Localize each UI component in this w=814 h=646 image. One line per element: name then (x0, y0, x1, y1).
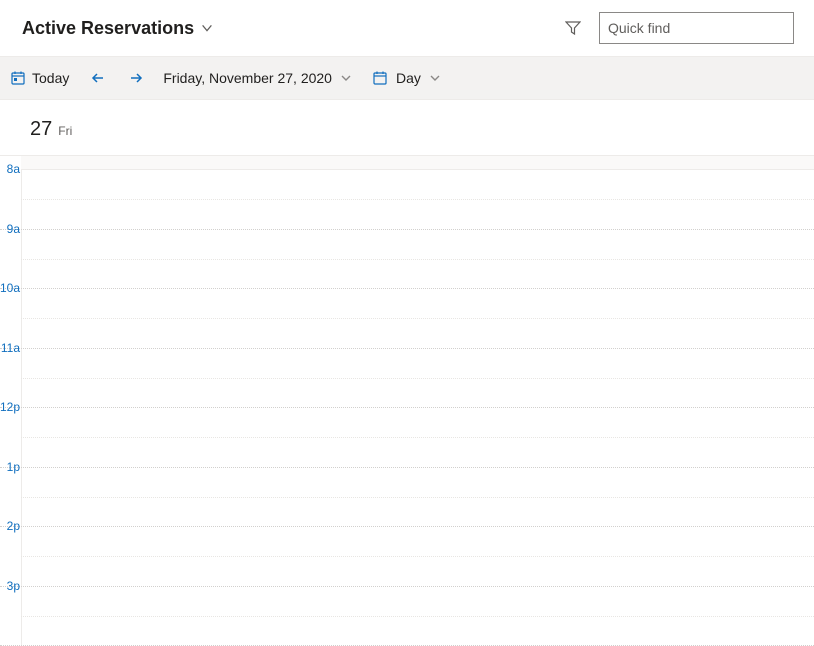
view-mode-button[interactable]: Day (366, 57, 451, 99)
view-mode-label: Day (396, 70, 421, 86)
chevron-down-icon (200, 21, 214, 35)
hour-row[interactable]: 12p (0, 408, 814, 468)
hour-label: 9a (0, 222, 20, 236)
arrow-left-icon (90, 70, 106, 86)
hour-label: 2p (0, 519, 20, 533)
hour-label: 11a (0, 341, 20, 355)
hour-row[interactable]: 11a (0, 349, 814, 409)
chevron-down-icon (340, 72, 352, 84)
hour-row[interactable]: 8a (0, 170, 814, 230)
today-label: Today (32, 70, 69, 86)
prev-button[interactable] (81, 57, 115, 99)
hour-row[interactable]: 3p (0, 587, 814, 646)
date-picker-button[interactable]: Friday, November 27, 2020 (157, 57, 362, 99)
calendar-toolbar: Today Friday, November 27, 2020 Day (0, 56, 814, 100)
day-number: 27 (30, 118, 52, 141)
chevron-down-icon (429, 72, 441, 84)
all-day-row[interactable] (21, 156, 814, 170)
header-bar: Active Reservations (0, 0, 814, 56)
page-title: Active Reservations (22, 18, 194, 39)
time-grid[interactable]: 8a 9a 10a 11a 12p 1p 2p 3p (0, 170, 814, 646)
day-name: Fri (58, 124, 72, 138)
hour-label: 8a (0, 162, 20, 176)
filter-button[interactable] (561, 16, 585, 40)
hour-row[interactable]: 1p (0, 468, 814, 528)
current-date-label: Friday, November 27, 2020 (163, 70, 332, 86)
view-selector[interactable]: Active Reservations (22, 18, 214, 39)
calendar-today-icon (10, 70, 26, 86)
today-button[interactable]: Today (2, 57, 77, 99)
arrow-right-icon (128, 70, 144, 86)
hour-row[interactable]: 10a (0, 289, 814, 349)
calendar-icon (372, 70, 388, 86)
hour-label: 1p (0, 460, 20, 474)
hour-label: 12p (0, 400, 20, 414)
header-actions (561, 12, 794, 44)
calendar-view: 27 Fri 8a 9a 10a 11a 12p 1p 2p 3p (0, 100, 814, 608)
next-button[interactable] (119, 57, 153, 99)
hour-row[interactable]: 2p (0, 527, 814, 587)
hour-row[interactable]: 9a (0, 230, 814, 290)
search-input[interactable] (608, 20, 789, 36)
search-box[interactable] (599, 12, 794, 44)
hour-label: 10a (0, 281, 20, 295)
filter-icon (565, 20, 581, 36)
day-header: 27 Fri (0, 100, 814, 156)
hour-label: 3p (0, 579, 20, 593)
